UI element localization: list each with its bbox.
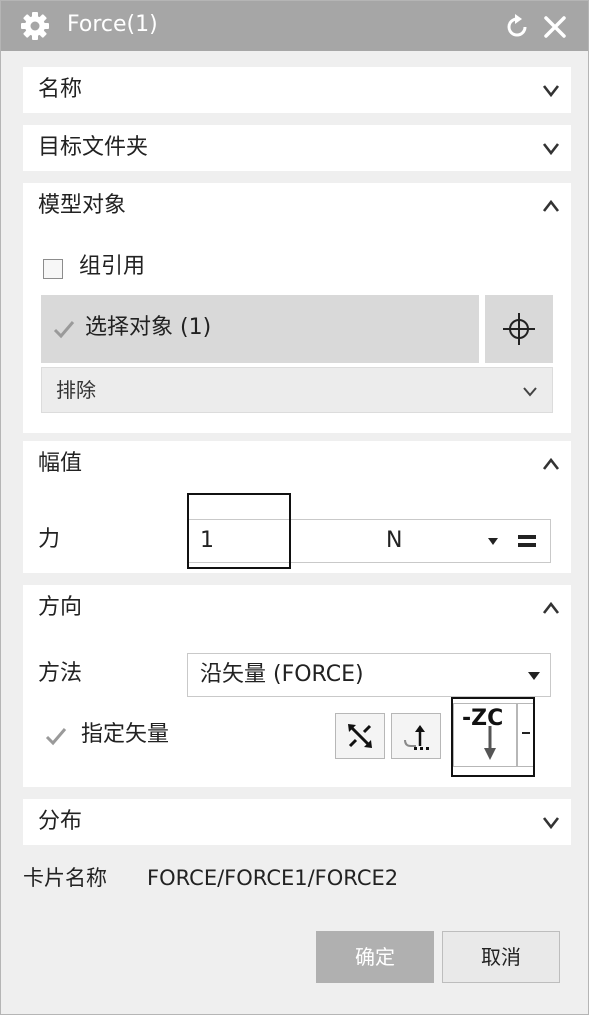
gear-icon[interactable] xyxy=(19,10,51,42)
force-unit-select[interactable]: N xyxy=(386,526,402,556)
vector-dialog-icon xyxy=(404,725,429,750)
group-reference-checkbox[interactable] xyxy=(43,259,63,279)
checkmark-icon xyxy=(53,319,75,339)
close-icon[interactable] xyxy=(541,13,569,41)
reverse-direction-icon xyxy=(348,724,372,748)
method-select[interactable]: 沿矢量 (FORCE) xyxy=(187,653,551,697)
section-title: 方向 xyxy=(38,595,83,620)
dropdown-arrow-icon[interactable] xyxy=(528,672,540,680)
ok-button[interactable]: 确定 xyxy=(316,931,434,983)
group-reference-label: 组引用 xyxy=(79,254,146,279)
select-object-label: 选择对象 (1) xyxy=(85,315,212,340)
chevron-down-icon[interactable] xyxy=(520,381,540,401)
section-title: 分布 xyxy=(38,809,83,834)
section-model-object: 模型对象 组引用 选择对象 (1) 排除 xyxy=(23,183,571,433)
method-value: 沿矢量 (FORCE) xyxy=(200,662,364,687)
section-title: 目标文件夹 xyxy=(38,135,149,160)
force-expression-field[interactable]: 1 N xyxy=(187,519,551,563)
section-header[interactable]: 方向 xyxy=(23,585,571,631)
card-name-label: 卡片名称 xyxy=(23,866,107,890)
exclude-label: 排除 xyxy=(56,378,96,402)
dialog-title: Force(1) xyxy=(67,12,158,37)
vector-dialog-button[interactable] xyxy=(391,713,441,759)
force-dialog: Force(1) 名称 目标文件夹 模型对象 组引用 选择对象 (1) 排除 幅… xyxy=(0,0,589,1015)
force-value-input[interactable]: 1 xyxy=(200,526,214,556)
section-target-folder[interactable]: 目标文件夹 xyxy=(23,125,571,171)
card-name-value: FORCE/FORCE1/FORCE2 xyxy=(147,866,399,890)
vector-type-dropdown[interactable] xyxy=(517,703,535,767)
chevron-up-icon[interactable] xyxy=(541,196,561,216)
chevron-down-icon[interactable] xyxy=(541,138,561,158)
section-title: 名称 xyxy=(38,77,83,102)
chevron-up-icon[interactable] xyxy=(541,454,561,474)
chevron-down-icon[interactable] xyxy=(541,812,561,832)
section-header[interactable]: 目标文件夹 xyxy=(23,125,571,171)
section-direction: 方向 方法 沿矢量 (FORCE) 指定矢量 -ZC xyxy=(23,585,571,787)
select-object-row[interactable]: 选择对象 (1) xyxy=(41,295,479,363)
section-header[interactable]: 分布 xyxy=(23,799,571,845)
section-header[interactable]: 名称 xyxy=(23,67,571,113)
vector-zc-button[interactable]: -ZC xyxy=(453,703,517,767)
checkmark-icon xyxy=(45,726,67,746)
section-distribution[interactable]: 分布 xyxy=(23,799,571,845)
reverse-direction-button[interactable] xyxy=(335,713,385,759)
title-bar[interactable]: Force(1) xyxy=(1,1,588,51)
equals-icon[interactable] xyxy=(516,532,540,552)
cancel-button[interactable]: 取消 xyxy=(442,931,560,983)
section-title: 模型对象 xyxy=(38,193,127,218)
method-label: 方法 xyxy=(38,661,83,686)
section-amplitude: 幅值 力 1 N xyxy=(23,441,571,573)
chevron-up-icon[interactable] xyxy=(541,598,561,618)
section-name[interactable]: 名称 xyxy=(23,67,571,113)
crosshair-icon xyxy=(503,313,535,345)
select-object-button[interactable] xyxy=(485,295,553,363)
unit-dropdown-arrow-icon[interactable] xyxy=(488,538,498,545)
force-label: 力 xyxy=(38,527,61,552)
arrow-down-icon xyxy=(484,726,496,760)
specify-vector-label: 指定矢量 xyxy=(81,722,170,747)
section-header[interactable]: 模型对象 xyxy=(23,183,571,229)
section-header[interactable]: 幅值 xyxy=(23,441,571,487)
exclude-subsection[interactable]: 排除 xyxy=(41,367,553,413)
section-title: 幅值 xyxy=(38,451,83,476)
chevron-down-icon[interactable] xyxy=(541,80,561,100)
reset-icon[interactable] xyxy=(503,13,531,41)
